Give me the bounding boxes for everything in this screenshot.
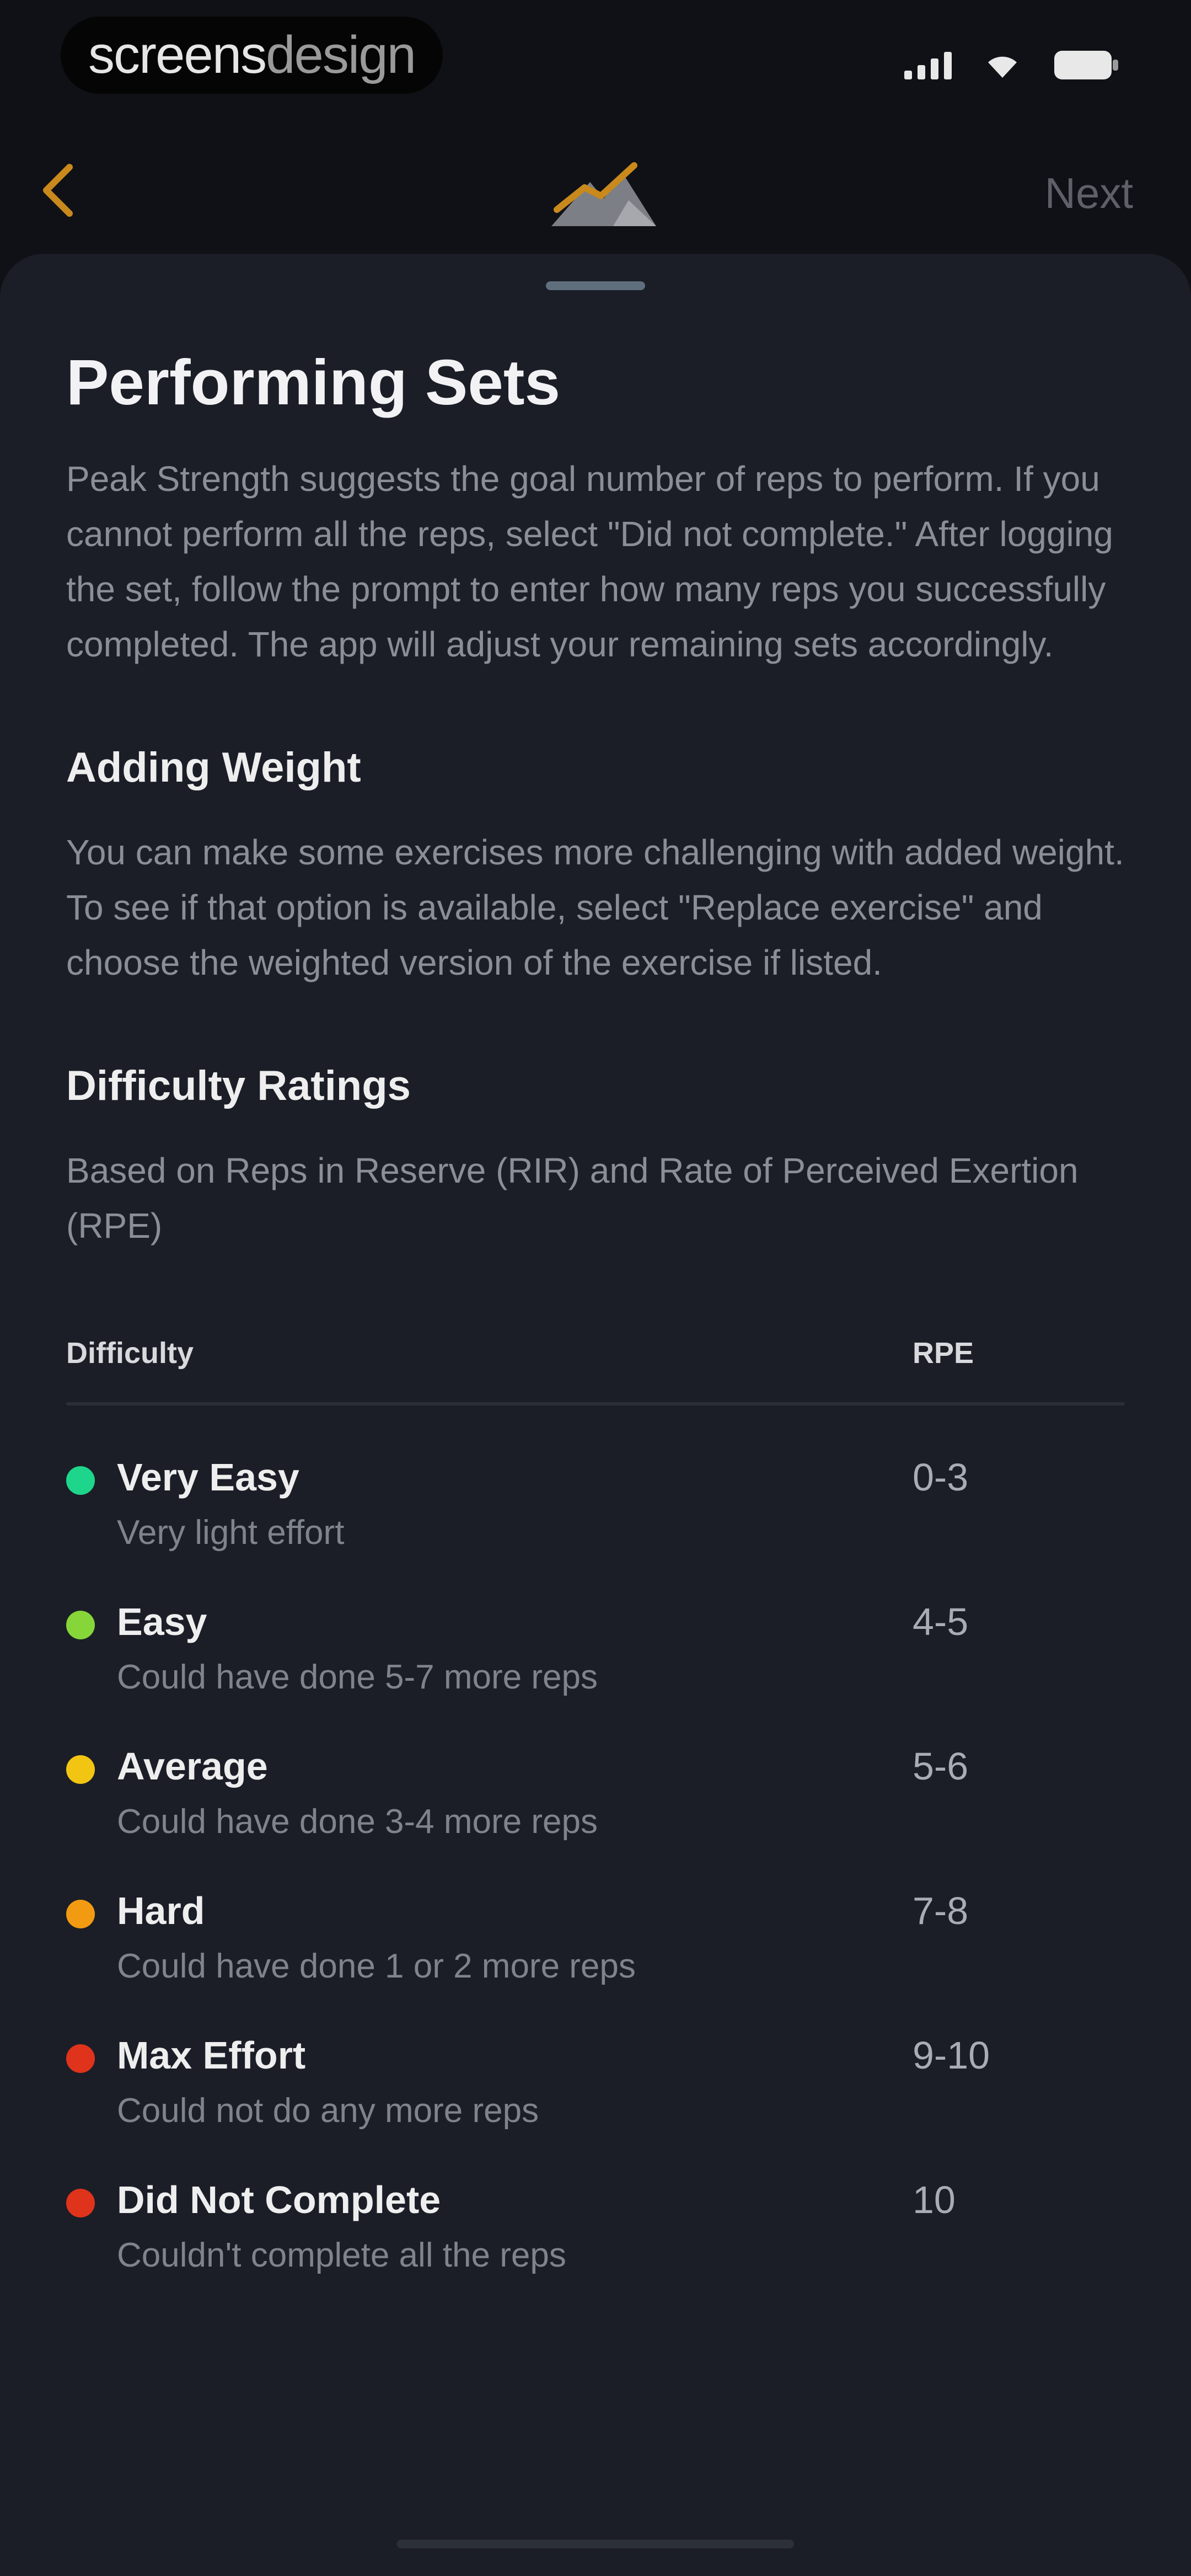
battery-icon [1053, 50, 1119, 81]
home-indicator [397, 2540, 794, 2548]
rating-description: Could not do any more reps [117, 2091, 539, 2130]
mountain-logo-icon [546, 157, 662, 229]
status-dot-icon [66, 2188, 95, 2217]
status-icons [904, 50, 1119, 81]
sheet-content: Performing Sets Peak Strength suggests t… [66, 346, 1125, 2311]
rating-name: Very Easy [117, 1455, 299, 1499]
next-button[interactable]: Next [1045, 168, 1133, 218]
rating-rpe: 4-5 [913, 1600, 969, 1643]
status-dot-icon [66, 2044, 95, 2073]
rating-name: Easy [117, 1600, 207, 1643]
watermark-bold: screens [88, 25, 267, 84]
chevron-left-icon [43, 164, 73, 217]
back-button[interactable] [28, 160, 88, 221]
rating-rpe: 0-3 [913, 1455, 969, 1499]
difficulty-ratings-text: Based on Reps in Reserve (RIR) and Rate … [66, 1150, 1079, 1246]
rating-rpe: 5-6 [913, 1744, 969, 1788]
rating-description: Could have done 1 or 2 more reps [117, 1947, 636, 1985]
status-dot-icon [66, 1755, 95, 1784]
app-screen: screens design Next Performing Sets Peak… [0, 0, 1191, 2576]
status-dot-icon [66, 1610, 95, 1639]
ratings-table-header: Difficulty RPE [66, 1336, 1125, 1380]
rating-row-average: Average Could have done 3-4 more reps 5-… [66, 1733, 1125, 1878]
rating-row-hard: Hard Could have done 1 or 2 more reps 7-… [66, 1878, 1125, 2022]
rating-description: Could have done 5-7 more reps [117, 1658, 598, 1696]
page-title: Performing Sets [66, 346, 560, 418]
status-dot-icon [66, 1899, 95, 1928]
rating-rpe: 7-8 [913, 1889, 969, 1932]
status-bar: screens design [0, 0, 1191, 127]
rating-rpe: 9-10 [913, 2033, 990, 2077]
rating-description: Couldn't complete all the reps [117, 2236, 566, 2274]
difficulty-column-header: Difficulty [66, 1336, 194, 1370]
rpe-column-header: RPE [913, 1336, 974, 1370]
adding-weight-heading: Adding Weight [66, 744, 361, 791]
rating-row-max-effort: Max Effort Could not do any more reps 9-… [66, 2022, 1125, 2167]
rating-description: Very light effort [117, 1513, 345, 1552]
rating-name: Max Effort [117, 2033, 306, 2077]
rating-name: Average [117, 1744, 268, 1788]
ratings-list: Very Easy Very light effort 0-3 Easy Cou… [66, 1444, 1125, 2311]
screensdesign-watermark: screens design [61, 17, 443, 94]
rating-rpe: 10 [913, 2178, 956, 2221]
rating-name: Did Not Complete [117, 2178, 441, 2221]
status-dot-icon [66, 1466, 95, 1495]
rating-name: Hard [117, 1889, 205, 1932]
instruction-sheet: Performing Sets Peak Strength suggests t… [0, 254, 1191, 2576]
table-divider [66, 1402, 1125, 1405]
navigation-bar: Next [0, 143, 1191, 243]
sheet-grabber[interactable] [546, 281, 645, 290]
rating-row-did-not-complete: Did Not Complete Couldn't complete all t… [66, 2167, 1125, 2311]
watermark-light: design [266, 25, 416, 84]
signal-icon [904, 51, 952, 79]
rating-row-easy: Easy Could have done 5-7 more reps 4-5 [66, 1589, 1125, 1733]
difficulty-ratings-heading: Difficulty Ratings [66, 1062, 411, 1109]
rating-description: Could have done 3-4 more reps [117, 1802, 598, 1841]
rating-row-very-easy: Very Easy Very light effort 0-3 [66, 1444, 1125, 1589]
wifi-icon [985, 51, 1020, 79]
intro-text: Peak Strength suggests the goal number o… [66, 458, 1113, 664]
adding-weight-text: You can make some exercises more challen… [66, 832, 1124, 982]
